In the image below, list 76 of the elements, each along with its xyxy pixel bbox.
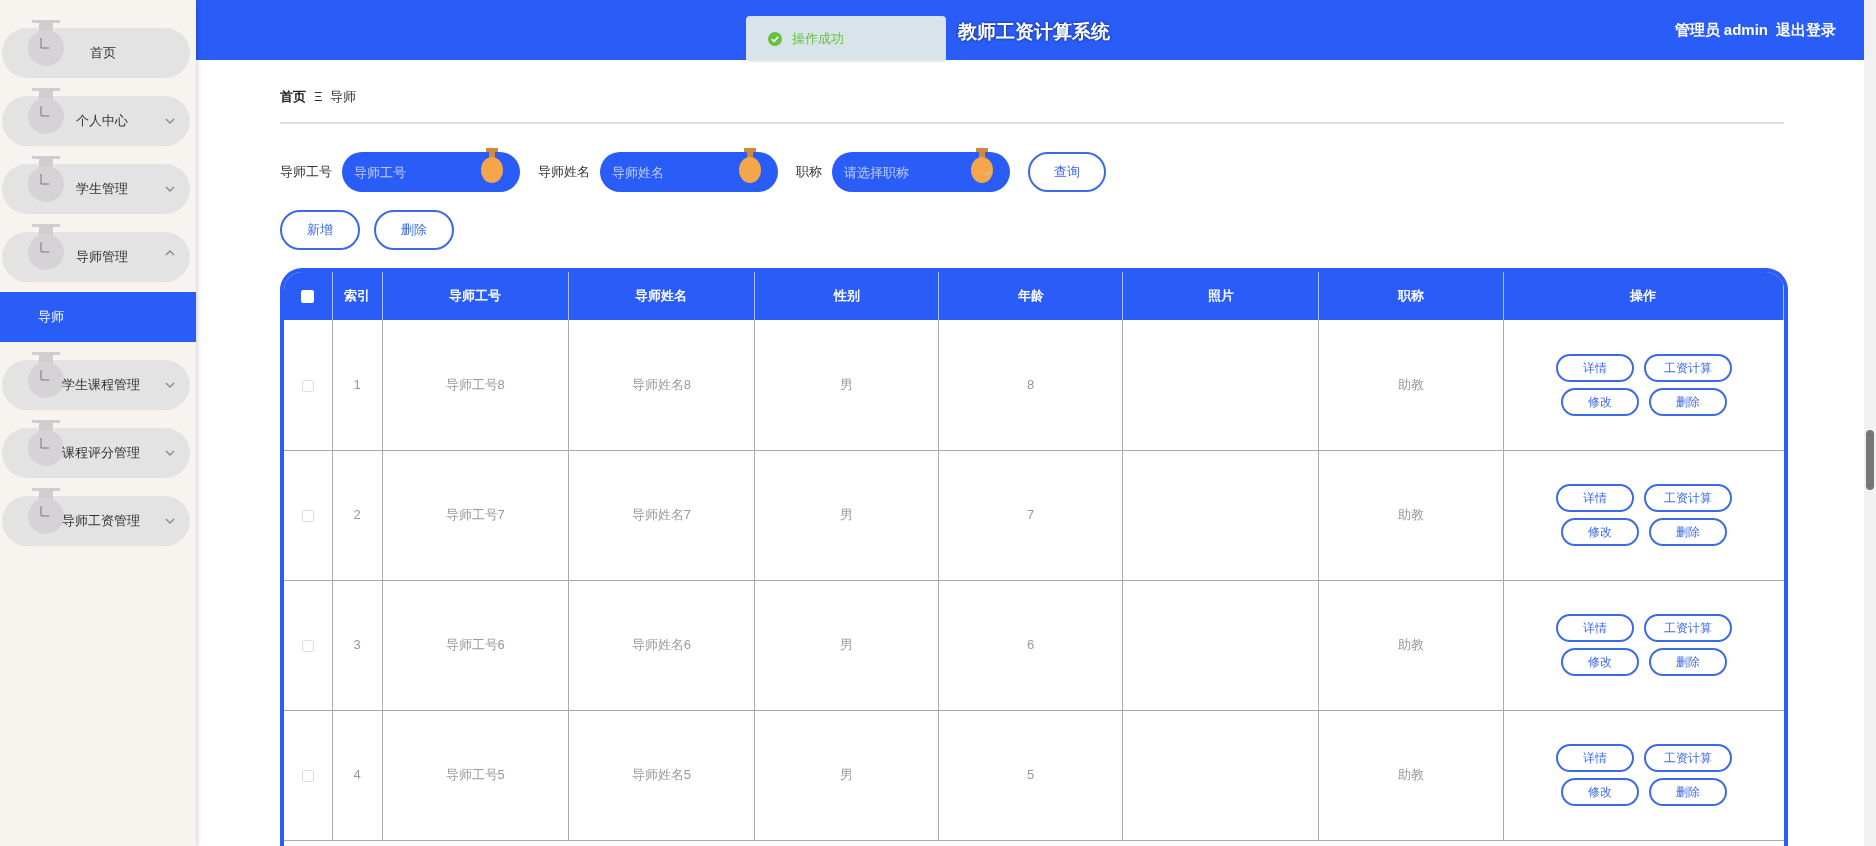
button[interactable]: 删除 — [1648, 518, 1727, 546]
checkbox[interactable] — [301, 509, 314, 522]
filter-label: 职称 — [796, 163, 822, 182]
scrollbar[interactable] — [1864, 0, 1876, 846]
medal-icon — [738, 148, 762, 184]
app-title: 教师工资计算系统 — [958, 20, 1110, 44]
table-cell: 导师姓名7 — [631, 507, 691, 523]
button[interactable]: 删除 — [1648, 648, 1727, 676]
button[interactable]: 详情 — [1555, 353, 1634, 382]
medal-icon — [480, 148, 504, 184]
table-cell: 4 — [353, 767, 361, 783]
column-header: 导师姓名 — [635, 288, 688, 304]
table-cell: 导师工号6 — [445, 637, 505, 653]
table-cell: 1 — [353, 377, 361, 392]
table-cell: 导师工号8 — [445, 377, 505, 392]
table-cell: 男 — [840, 767, 853, 783]
checkbox[interactable] — [301, 290, 315, 304]
submenu-item[interactable]: 导师 — [0, 292, 196, 342]
filter-label: 导师工号 — [280, 163, 332, 182]
table-cell: 8 — [1027, 377, 1035, 392]
button[interactable]: 工资计算 — [1643, 353, 1732, 382]
table-cell: 7 — [1027, 507, 1035, 523]
column-header: 导师工号 — [449, 288, 502, 304]
table-cell: 导师工号5 — [445, 767, 505, 783]
breadcrumb-separator: Ξ — [314, 88, 323, 107]
table-cell: 助教 — [1398, 377, 1425, 392]
button[interactable]: 查询 — [1028, 152, 1106, 192]
checkbox[interactable] — [301, 639, 314, 652]
table-cell: 2 — [353, 507, 361, 523]
column-header: 职称 — [1398, 288, 1425, 304]
table-cell: 6 — [1027, 637, 1035, 653]
button[interactable]: 修改 — [1560, 518, 1639, 546]
button[interactable]: 工资计算 — [1643, 614, 1732, 642]
column-header: 年龄 — [1017, 288, 1044, 304]
button[interactable]: 工资计算 — [1643, 484, 1732, 512]
button[interactable]: 删除 — [374, 210, 454, 250]
breadcrumb-item[interactable]: 首页 — [280, 87, 306, 107]
button[interactable]: 修改 — [1560, 648, 1639, 676]
select-field[interactable]: 请选择职称 — [832, 152, 1010, 192]
input-field[interactable]: 导师工号 — [342, 152, 520, 192]
breadcrumb-item[interactable]: 导师 — [330, 87, 357, 107]
table-cell: 助教 — [1398, 767, 1425, 783]
button[interactable]: 详情 — [1555, 484, 1634, 512]
check-circle-icon — [768, 32, 782, 46]
button[interactable]: 工资计算 — [1643, 744, 1732, 772]
button[interactable]: 详情 — [1555, 744, 1634, 772]
table-cell: 导师工号7 — [445, 507, 505, 523]
button[interactable]: 删除 — [1648, 778, 1727, 806]
table-cell: 5 — [1027, 767, 1035, 783]
column-header: 操作 — [1630, 288, 1657, 304]
medal-icon — [970, 148, 994, 184]
table-cell: 导师姓名5 — [631, 767, 691, 783]
table-cell: 男 — [840, 377, 853, 392]
table-cell: 导师姓名6 — [631, 637, 691, 653]
input-field[interactable]: 导师姓名 — [600, 152, 778, 192]
table-cell: 男 — [840, 637, 853, 653]
filter-label: 导师姓名 — [538, 163, 590, 182]
table-cell: 助教 — [1398, 507, 1425, 523]
toast-message: 操作成功 — [792, 30, 844, 49]
logout-link[interactable]: 退出登录 — [1776, 18, 1836, 42]
button[interactable]: 删除 — [1648, 387, 1727, 416]
column-header: 照片 — [1207, 288, 1234, 304]
chevron-down-icon — [982, 170, 992, 176]
button[interactable]: 修改 — [1560, 387, 1639, 416]
table-cell: 3 — [353, 637, 361, 653]
table-cell: 导师姓名8 — [631, 377, 691, 392]
table-cell: 助教 — [1398, 637, 1425, 653]
button[interactable]: 修改 — [1560, 778, 1639, 806]
button[interactable]: 新增 — [280, 210, 360, 250]
column-header: 索引 — [344, 288, 371, 304]
user-label: 管理员 admin — [1674, 19, 1768, 40]
checkbox[interactable] — [301, 379, 314, 392]
column-header: 性别 — [833, 288, 860, 304]
checkbox[interactable] — [301, 769, 314, 782]
table-cell: 男 — [840, 507, 853, 523]
button[interactable]: 详情 — [1555, 614, 1634, 642]
